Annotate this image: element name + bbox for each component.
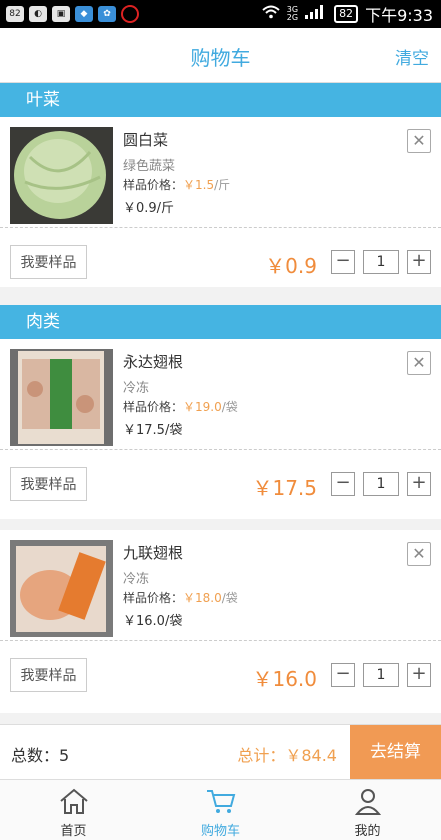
cart-item: 圆白菜 绿色蔬菜 样品价格：￥1.5/斤 ￥0.9/斤 ✕ 我要样品 ￥0.9 … xyxy=(0,117,441,287)
gallery-icon: ▣ xyxy=(52,6,70,22)
divider xyxy=(0,640,441,641)
item-unit-price: ￥0.9/斤 xyxy=(123,201,175,216)
tab-cart[interactable]: 购物车 xyxy=(147,780,294,840)
product-image[interactable] xyxy=(10,540,113,637)
cart-footer: 总数：5 总计：￥84.4 去结算 xyxy=(0,724,441,780)
product-image[interactable] xyxy=(10,127,113,224)
decrease-quantity-button[interactable]: − xyxy=(331,663,355,687)
item-name: 九联翅根 xyxy=(123,544,184,562)
tab-label: 购物车 xyxy=(200,824,240,839)
user-icon xyxy=(351,786,385,820)
quantity-stepper: − 1 + xyxy=(331,472,431,496)
decrease-quantity-button[interactable]: − xyxy=(331,250,355,274)
alert-count-icon xyxy=(121,5,139,23)
item-category: 冷冻 xyxy=(123,381,150,396)
item-sample-price: 样品价格：￥1.5/斤 xyxy=(123,178,231,192)
product-image[interactable] xyxy=(10,349,113,446)
item-sample-price: 样品价格：￥18.0/袋 xyxy=(123,591,238,605)
item-subtotal: ￥16.0 xyxy=(252,667,317,691)
battery-indicator: 82 xyxy=(334,5,359,23)
item-category: 绿色蔬菜 xyxy=(123,159,176,174)
request-sample-button[interactable]: 我要样品 xyxy=(10,245,87,279)
item-subtotal: ￥0.9 xyxy=(265,254,317,278)
tab-label: 首页 xyxy=(60,824,87,839)
item-sample-price: 样品价格：￥19.0/袋 xyxy=(123,400,238,414)
paw-app-icon: ✿ xyxy=(98,6,116,22)
cart-icon xyxy=(204,786,238,820)
divider xyxy=(0,227,441,228)
wifi-icon xyxy=(262,5,280,23)
increase-quantity-button[interactable]: + xyxy=(407,250,431,274)
item-info: 圆白菜 绿色蔬菜 样品价格：￥1.5/斤 ￥0.9/斤 ✕ xyxy=(0,117,441,227)
cart-item: 九联翅根 冷冻 样品价格：￥18.0/袋 ￥16.0/袋 ✕ 我要样品 ￥16.… xyxy=(0,530,441,713)
page-title: 购物车 xyxy=(190,46,251,70)
quantity-field[interactable]: 1 xyxy=(363,250,399,274)
total-price: 总计：￥84.4 xyxy=(237,746,337,765)
tab-home[interactable]: 首页 xyxy=(0,780,147,840)
checkout-button[interactable]: 去结算 xyxy=(350,725,441,780)
status-bar: 82 ◐ ▣ ◆ ✿ 3G 2G 82 下午9:33 xyxy=(0,0,441,28)
item-unit-price: ￥16.0/袋 xyxy=(123,614,183,629)
quantity-field[interactable]: 1 xyxy=(363,663,399,687)
delete-item-button[interactable]: ✕ xyxy=(407,129,431,153)
item-name: 永达翅根 xyxy=(123,353,184,371)
item-info: 九联翅根 冷冻 样品价格：￥18.0/袋 ￥16.0/袋 ✕ xyxy=(0,530,441,640)
bottom-tab-bar: 首页 购物车 我的 xyxy=(0,779,441,840)
request-sample-button[interactable]: 我要样品 xyxy=(10,467,87,501)
notification-badge-icon: 82 xyxy=(6,6,24,22)
title-bar: 购物车 清空 xyxy=(0,28,441,83)
item-subtotal: ￥17.5 xyxy=(252,476,317,500)
item-name: 圆白菜 xyxy=(123,131,169,149)
clock: 下午9:33 xyxy=(365,6,433,25)
section-header-leafy: 叶菜 xyxy=(0,83,441,117)
decrease-quantity-button[interactable]: − xyxy=(331,472,355,496)
home-icon xyxy=(57,786,91,820)
delete-item-button[interactable]: ✕ xyxy=(407,542,431,566)
quantity-field[interactable]: 1 xyxy=(363,472,399,496)
cart-item: 永达翅根 冷冻 样品价格：￥19.0/袋 ￥17.5/袋 ✕ 我要样品 ￥17.… xyxy=(0,339,441,519)
tab-profile[interactable]: 我的 xyxy=(294,780,441,840)
tab-label: 我的 xyxy=(354,824,381,839)
divider xyxy=(0,449,441,450)
shield-app-icon: ◆ xyxy=(75,6,93,22)
quantity-stepper: − 1 + xyxy=(331,663,431,687)
quantity-stepper: − 1 + xyxy=(331,250,431,274)
increase-quantity-button[interactable]: + xyxy=(407,472,431,496)
total-count: 总数：5 xyxy=(11,746,70,765)
item-unit-price: ￥17.5/袋 xyxy=(123,423,183,438)
signal-icon xyxy=(305,5,327,23)
section-header-meat: 肉类 xyxy=(0,305,441,339)
request-sample-button[interactable]: 我要样品 xyxy=(10,658,87,692)
item-info: 永达翅根 冷冻 样品价格：￥19.0/袋 ￥17.5/袋 ✕ xyxy=(0,339,441,449)
wechat-icon: ◐ xyxy=(29,6,47,22)
item-category: 冷冻 xyxy=(123,572,150,587)
delete-item-button[interactable]: ✕ xyxy=(407,351,431,375)
increase-quantity-button[interactable]: + xyxy=(407,663,431,687)
network-type-label: 3G 2G xyxy=(286,5,299,22)
clear-button[interactable]: 清空 xyxy=(395,44,429,69)
